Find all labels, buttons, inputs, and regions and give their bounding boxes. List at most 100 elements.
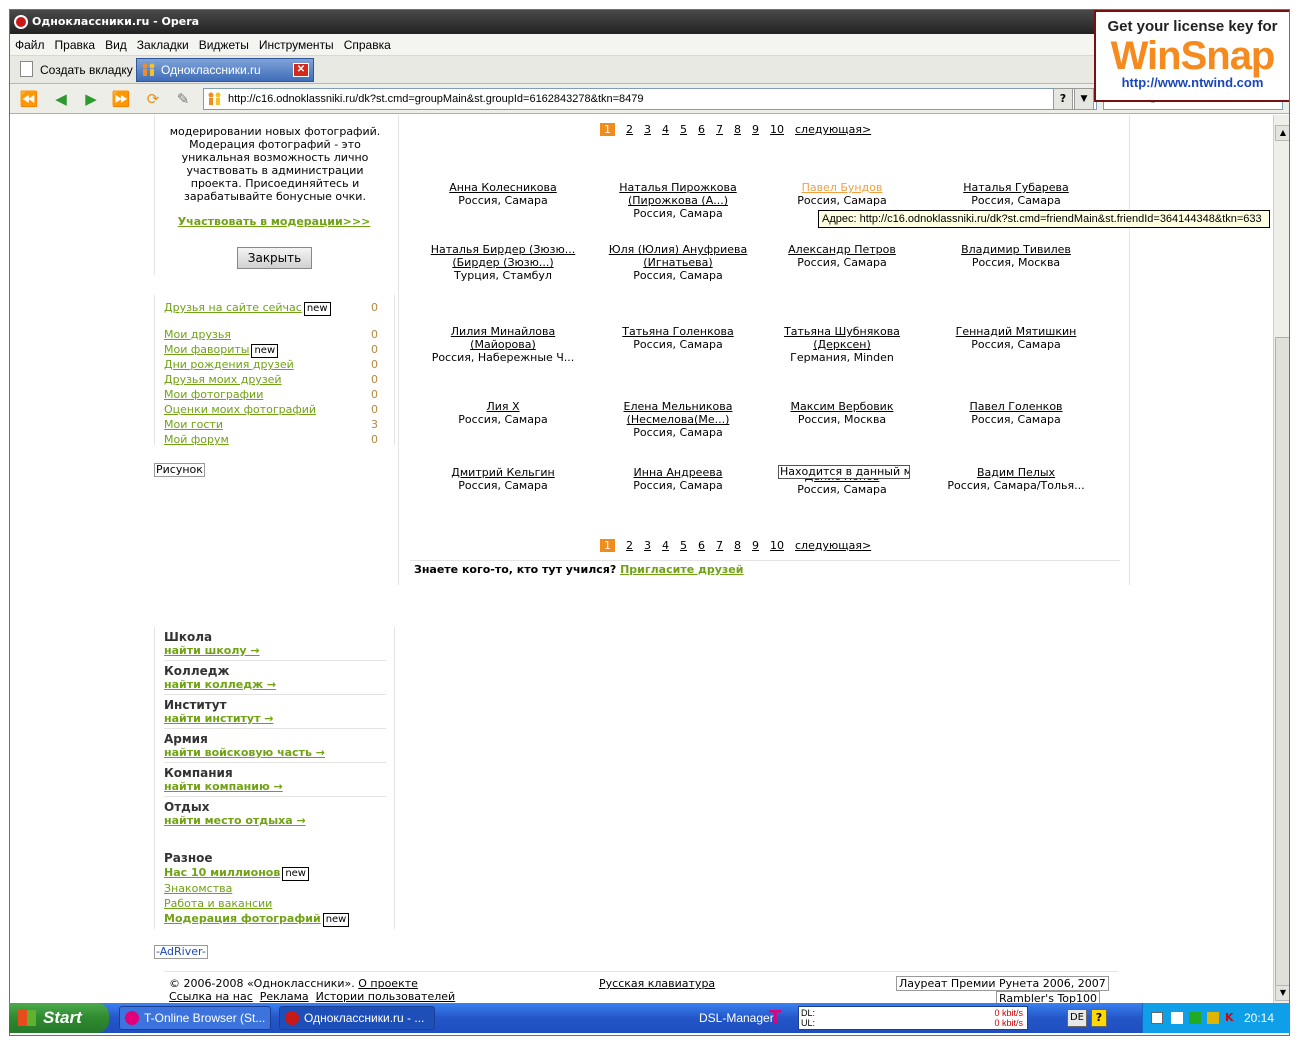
network-icon[interactable] xyxy=(1151,1012,1163,1024)
person-name-link[interactable]: Владимир Тивилев xyxy=(936,243,1096,256)
scroll-up-icon[interactable]: ▲ xyxy=(1275,125,1289,141)
person-name-link[interactable]: Инна Андреева xyxy=(598,466,758,479)
page-link-4[interactable]: 4 xyxy=(662,539,669,552)
menu-edit[interactable]: Правка xyxy=(50,34,101,56)
fast-forward-icon[interactable]: ⏩ xyxy=(110,89,132,109)
page-link-5[interactable]: 5 xyxy=(680,123,687,136)
person-name-link[interactable]: Павел Голенков xyxy=(936,400,1096,413)
page-link-10[interactable]: 10 xyxy=(770,123,784,136)
monitor-icon[interactable] xyxy=(1189,1012,1201,1024)
scroll-down-icon[interactable]: ▼ xyxy=(1275,985,1289,1001)
person-name-link[interactable]: Юля (Юлия) Ануфриева (Игнатьева) xyxy=(598,243,758,269)
page-link-8[interactable]: 8 xyxy=(734,539,741,552)
page-link-10[interactable]: 10 xyxy=(770,539,784,552)
category-link[interactable]: найти компанию → xyxy=(164,780,386,794)
category-link[interactable]: найти колледж → xyxy=(164,678,386,692)
person-name-link[interactable]: Татьяна Голенкова xyxy=(598,325,758,338)
next-page-link[interactable]: следующая> xyxy=(795,539,871,552)
person-name-link[interactable]: Наталья Губарева xyxy=(936,181,1096,194)
reload-icon[interactable]: ⟳ xyxy=(142,89,164,109)
friend-link[interactable]: Мои фотографии xyxy=(164,388,263,401)
person-name-link[interactable]: Павел Бундов xyxy=(762,181,922,194)
menu-bookmarks[interactable]: Закладки xyxy=(132,34,194,56)
friend-link[interactable]: Дни рождения друзей xyxy=(164,358,294,371)
footer-link-stories[interactable]: Истории пользователей xyxy=(316,990,456,1003)
task-opera[interactable]: Одноклассники.ru - ... xyxy=(279,1006,435,1030)
friend-link[interactable]: Мои друзья xyxy=(164,328,231,341)
edit-icon[interactable]: ✎ xyxy=(172,89,194,109)
scroll-thumb[interactable] xyxy=(1275,337,1289,997)
page-link-2[interactable]: 2 xyxy=(626,539,633,552)
friend-link[interactable]: Оценки моих фотографий xyxy=(164,403,316,416)
language-indicator[interactable]: DE xyxy=(1067,1009,1087,1027)
invite-link[interactable]: Пригласите друзей xyxy=(620,563,743,576)
start-button[interactable]: Start xyxy=(9,1003,109,1033)
help-icon[interactable]: ? xyxy=(1091,1009,1107,1027)
footer-link-linkus[interactable]: Ссылка на нас xyxy=(169,990,253,1003)
close-button[interactable]: Закрыть xyxy=(237,247,312,269)
rambler-badge[interactable]: Rambler's Top100 xyxy=(996,991,1100,1003)
friend-link[interactable]: Мои гости xyxy=(164,418,223,431)
page-link-3[interactable]: 3 xyxy=(644,123,651,136)
laureate-badge[interactable]: Лауреат Премии Рунета 2006, 2007 xyxy=(896,976,1109,991)
misc-link[interactable]: Работа и вакансии xyxy=(164,897,272,910)
category-link[interactable]: найти войсковую часть → xyxy=(164,746,386,760)
vertical-scrollbar[interactable]: ▲ ▼ xyxy=(1273,115,1289,1003)
page-link-3[interactable]: 3 xyxy=(644,539,651,552)
about-link[interactable]: О проекте xyxy=(358,977,418,990)
back-icon[interactable]: ◀ xyxy=(50,89,72,109)
menu-help[interactable]: Справка xyxy=(339,34,396,56)
person-name-link[interactable]: Максим Вербовик xyxy=(762,400,922,413)
forward-icon[interactable]: ▶ xyxy=(80,89,102,109)
misc-link[interactable]: Нас 10 миллионов xyxy=(164,866,280,879)
next-page-link[interactable]: следующая> xyxy=(795,123,871,136)
category-link[interactable]: найти школу → xyxy=(164,644,386,658)
friends-online-link[interactable]: Друзья на сайте сейчас xyxy=(164,301,302,314)
page-link-5[interactable]: 5 xyxy=(680,539,687,552)
page-link-6[interactable]: 6 xyxy=(698,539,705,552)
friend-link[interactable]: Мои фавориты xyxy=(164,343,249,356)
url-dropdown-icon[interactable]: ▼ xyxy=(1074,88,1094,110)
moderation-link[interactable]: Участвовать в модерации>>> xyxy=(174,215,374,228)
close-tab-icon[interactable]: ✕ xyxy=(293,63,309,77)
misc-link[interactable]: Знакомства xyxy=(164,882,232,895)
rewind-icon[interactable]: ⏪ xyxy=(18,89,40,109)
person-name-link[interactable]: Наталья Бирдер (Зюзю... (Бирдер (Зюзю...… xyxy=(423,243,583,269)
page-link-1[interactable]: 1 xyxy=(600,539,615,552)
tray-app-icon[interactable] xyxy=(1171,1012,1183,1024)
page-link-7[interactable]: 7 xyxy=(716,539,723,552)
menu-view[interactable]: Вид xyxy=(100,34,132,56)
tab-odnoklassniki[interactable]: Одноклассники.ru ✕ xyxy=(136,58,314,82)
menu-widgets[interactable]: Виджеты xyxy=(194,34,254,56)
misc-link[interactable]: Модерация фотографий xyxy=(164,912,321,925)
person-name-link[interactable]: Дмитрий Кельгин xyxy=(423,466,583,479)
category-link[interactable]: найти институт → xyxy=(164,712,386,726)
site-info-icon[interactable]: ? xyxy=(1053,88,1073,110)
person-name-link[interactable]: Лия Х xyxy=(423,400,583,413)
friend-link[interactable]: Мой форум xyxy=(164,433,229,446)
page-link-4[interactable]: 4 xyxy=(662,123,669,136)
person-name-link[interactable]: Анна Колесникова xyxy=(423,181,583,194)
person-name-link[interactable]: Александр Петров xyxy=(762,243,922,256)
page-link-8[interactable]: 8 xyxy=(734,123,741,136)
address-bar[interactable]: http://c16.odnoklassniki.ru/dk?st.cmd=gr… xyxy=(203,88,1097,110)
person-name-link[interactable]: Лилия Минайлова (Майорова) xyxy=(423,325,583,351)
person-name-link[interactable]: Наталья Пирожкова (Пирожкова (А...) xyxy=(598,181,758,207)
page-link-1[interactable]: 1 xyxy=(600,123,615,136)
person-name-link[interactable]: Елена Мельникова (Несмелова(Ме...) xyxy=(598,400,758,426)
menu-tools[interactable]: Инструменты xyxy=(254,34,339,56)
page-link-6[interactable]: 6 xyxy=(698,123,705,136)
footer-link-ads[interactable]: Реклама xyxy=(260,990,309,1003)
friend-link[interactable]: Друзья моих друзей xyxy=(164,373,282,386)
new-tab-button[interactable]: Создать вкладку xyxy=(14,59,137,81)
person-name-link[interactable]: Татьяна Шубнякова (Дерксен) xyxy=(762,325,922,351)
menu-file[interactable]: Файл xyxy=(10,34,50,56)
page-link-2[interactable]: 2 xyxy=(626,123,633,136)
page-link-9[interactable]: 9 xyxy=(752,539,759,552)
person-name-link[interactable]: Геннадий Мятишкин xyxy=(936,325,1096,338)
kaspersky-icon[interactable]: K xyxy=(1225,1012,1237,1024)
meter-icon[interactable] xyxy=(1207,1012,1219,1024)
category-link[interactable]: найти место отдыха → xyxy=(164,814,386,828)
task-tonline[interactable]: T-Online Browser (St... xyxy=(119,1006,271,1030)
page-link-9[interactable]: 9 xyxy=(752,123,759,136)
